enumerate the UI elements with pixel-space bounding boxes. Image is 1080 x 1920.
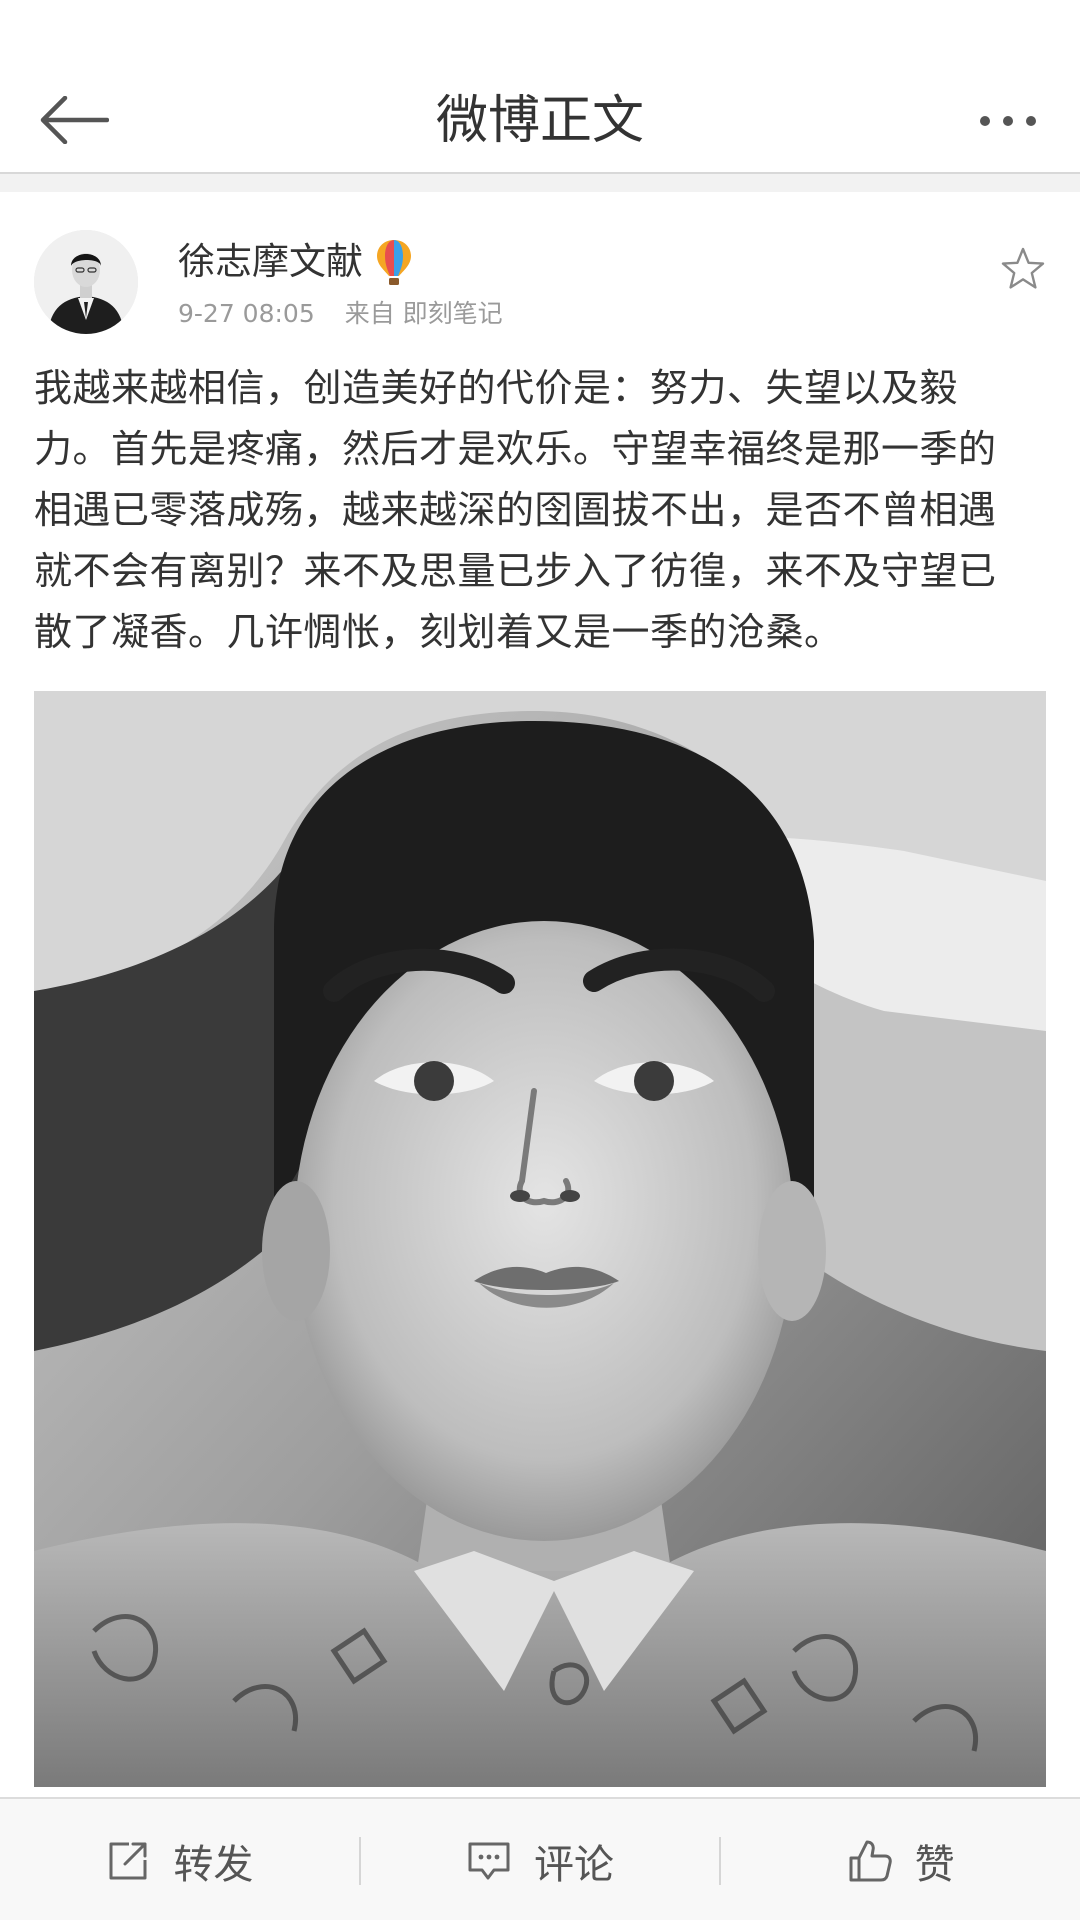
- more-dots-icon: [980, 116, 990, 126]
- back-button[interactable]: [36, 88, 112, 152]
- page-title: 微博正文: [435, 91, 644, 151]
- more-button[interactable]: [966, 90, 1050, 152]
- comment-button[interactable]: 评论: [361, 1799, 720, 1920]
- share-icon: [109, 1842, 147, 1879]
- author-name-text: 徐志摩文献: [178, 240, 363, 283]
- post-time: 9-27 08:05: [178, 299, 315, 328]
- avatar-portrait-image: [34, 230, 138, 334]
- avatar[interactable]: [34, 230, 138, 334]
- portrait-photo-image: [34, 691, 1046, 1787]
- post-source: 来自 即刻笔记: [344, 299, 503, 328]
- section-divider: [0, 174, 1080, 192]
- post-content: 我越来越相信，创造美好的代价是：努力、失望以及毅 力。首先是疼痛，然后才是欢乐。…: [34, 358, 1048, 663]
- favorite-button[interactable]: [996, 242, 1050, 296]
- more-dot: [1026, 116, 1036, 126]
- comment-icon: [468, 1842, 510, 1879]
- arrow-left-icon: [40, 96, 109, 144]
- like-button[interactable]: 赞: [721, 1799, 1080, 1920]
- bottom-toolbar: 转发 评论 赞: [0, 1797, 1080, 1920]
- author-name[interactable]: 徐志摩文献: [178, 236, 413, 288]
- post-line: 我越来越相信，创造美好的代价是：努力、失望以及毅: [34, 366, 959, 410]
- thumbs-up-icon: [849, 1840, 892, 1881]
- nav-bar: 微博正文: [0, 70, 1080, 174]
- comment-label: 评论: [534, 1841, 614, 1888]
- screen: 微博正文 徐志摩文献 9-27 08:05 来自 即刻笔记 我越来越相信，创造美…: [0, 0, 1080, 1920]
- like-label: 赞: [914, 1841, 955, 1888]
- repost-button[interactable]: 转发: [0, 1799, 359, 1920]
- post-meta: 9-27 08:05 来自 即刻笔记: [178, 296, 503, 332]
- post-line: 散了凝香。几许惆怅，刻划着又是一季的沧桑。: [34, 610, 843, 654]
- post-line: 力。首先是疼痛，然后才是欢乐。守望幸福终是那一季的: [34, 427, 997, 471]
- more-dot: [1003, 116, 1013, 126]
- hot-air-balloon-icon: [377, 240, 411, 285]
- post-line: 相遇已零落成殇，越来越深的囹圄拔不出，是否不曾相遇: [34, 488, 997, 532]
- repost-label: 转发: [173, 1841, 254, 1888]
- post-photo[interactable]: [34, 691, 1046, 1787]
- post-line: 就不会有离别？来不及思量已步入了彷徨，来不及守望已: [34, 549, 997, 593]
- status-bar: [0, 0, 1080, 70]
- star-outline-icon: [1001, 247, 1045, 289]
- post-header: 徐志摩文献 9-27 08:05 来自 即刻笔记: [0, 192, 1080, 352]
